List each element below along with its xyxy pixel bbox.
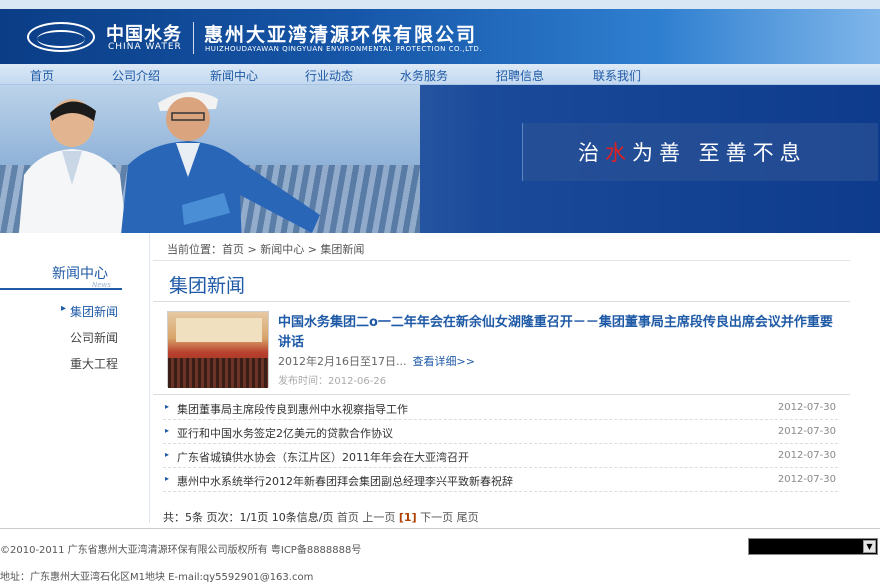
news-date: 2012-07-30 xyxy=(777,426,836,437)
thumbnail-audience xyxy=(168,358,268,388)
read-more-link[interactable]: 查看详细>> xyxy=(412,355,474,368)
links-dropdown[interactable]: ▼ xyxy=(748,538,878,555)
title-divider xyxy=(153,301,850,302)
worker-in-blue-uniform-image xyxy=(121,91,320,233)
next-page-link[interactable]: 下一页 xyxy=(420,511,453,524)
footer-divider xyxy=(0,528,880,529)
page-title: 集团新闻 xyxy=(169,275,246,297)
bullet-icon: ▸ xyxy=(165,426,170,435)
news-title-link[interactable]: 集团董事局主席段传良到惠州中水视察指导工作 xyxy=(177,401,408,417)
list-item: ▸ 集团董事局主席段传良到惠州中水视察指导工作 2012-07-30 xyxy=(163,396,838,420)
bullet-icon: ▸ xyxy=(165,450,170,459)
news-title-link[interactable]: 广东省城镇供水协会（东江片区）2011年年会在大亚湾召开 xyxy=(177,449,469,465)
site-header: 中国水务 CHINA WATER 惠州大亚湾清源环保有限公司 HUIZHOUDA… xyxy=(0,0,880,64)
chevron-down-icon[interactable]: ▼ xyxy=(863,540,876,553)
sidebar-item-major-projects[interactable]: 重大工程 xyxy=(70,355,118,372)
news-date: 2012-07-30 xyxy=(777,402,836,413)
news-title-link[interactable]: 惠州中水系统举行2012年新春团拜会集团副总经理李兴平致新春祝辞 xyxy=(177,473,513,489)
nav-company-intro[interactable]: 公司介绍 xyxy=(112,67,160,84)
prev-page-link[interactable]: 上一页 xyxy=(362,511,395,524)
nav-news-center[interactable]: 新闻中心 xyxy=(210,67,258,84)
slogan-text: 治水为善 至善不息 xyxy=(578,141,807,165)
nav-water-services[interactable]: 水务服务 xyxy=(400,67,448,84)
company-name-cn: 惠州大亚湾清源环保有限公司 xyxy=(204,24,478,46)
featured-news-thumbnail[interactable] xyxy=(167,311,269,388)
nav-contact-us[interactable]: 联系我们 xyxy=(593,67,641,84)
current-page: [1] xyxy=(398,511,417,524)
featured-news-title[interactable]: 中国水务集团二o一二年年会在新余仙女湖隆重召开－－集团董事局主席段传良出席会议并… xyxy=(278,313,838,353)
feature-divider xyxy=(153,394,850,395)
last-page-link[interactable]: 尾页 xyxy=(457,511,479,524)
bullet-icon: ▸ xyxy=(165,402,170,411)
news-date: 2012-07-30 xyxy=(777,450,836,461)
list-item: ▸ 亚行和中国水务签定2亿美元的贷款合作协议 2012-07-30 xyxy=(163,420,838,444)
copyright-text: ©2010-2011 广东省惠州大亚湾清源环保有限公司版权所有 粤ICP备888… xyxy=(0,545,362,556)
sidebar-title: 新闻中心 xyxy=(52,266,108,282)
main-nav: 首页 公司介绍 新闻中心 行业动态 水务服务 招聘信息 联系我们 xyxy=(0,64,880,85)
breadcrumb-divider xyxy=(153,260,850,261)
featured-news-date: 发布时间：2012-06-26 xyxy=(278,376,387,387)
logo-english-name: CHINA WATER xyxy=(108,42,182,52)
logo-divider xyxy=(193,22,194,54)
news-date: 2012-07-30 xyxy=(777,474,836,485)
sidebar-item-company-news[interactable]: 公司新闻 xyxy=(70,329,118,346)
sidebar-title-underline xyxy=(0,288,122,290)
nav-recruitment[interactable]: 招聘信息 xyxy=(496,67,544,84)
thumbnail-stage xyxy=(176,318,262,342)
list-item: ▸ 广东省城镇供水协会（东江片区）2011年年会在大亚湾召开 2012-07-3… xyxy=(163,444,838,468)
sidebar: 新闻中心 News 集团新闻 公司新闻 重大工程 xyxy=(0,233,150,523)
company-name-en: HUIZHOUDAYAWAN QINGYUAN ENVIRONMENTAL PR… xyxy=(205,45,482,53)
pagination: 共：5条 页次：1/1页 10条信息/页 首页 上一页 [1] 下一页 尾页 xyxy=(163,509,479,525)
slogan-panel: 治水为善 至善不息 xyxy=(522,123,878,181)
hero-banner: 治水为善 至善不息 xyxy=(0,85,880,233)
featured-news: 中国水务集团二o一二年年会在新余仙女湖隆重召开－－集团董事局主席段传良出席会议并… xyxy=(167,311,847,391)
first-page-link[interactable]: 首页 xyxy=(337,511,359,524)
list-item: ▸ 惠州中水系统举行2012年新春团拜会集团副总经理李兴平致新春祝辞 2012-… xyxy=(163,468,838,492)
header-top-strip xyxy=(0,0,880,9)
nav-industry-news[interactable]: 行业动态 xyxy=(305,67,353,84)
china-water-logo-icon[interactable] xyxy=(27,22,95,52)
pagination-summary: 共：5条 页次：1/1页 10条信息/页 xyxy=(163,511,334,524)
featured-news-summary: 2012年2月16日至17日... 查看详细>> xyxy=(278,355,475,368)
nav-home[interactable]: 首页 xyxy=(30,67,54,84)
main-content: 当前位置：首页 > 新闻中心 > 集团新闻 集团新闻 中国水务集团二o一二年年会… xyxy=(153,233,850,528)
sidebar-item-group-news[interactable]: 集团新闻 xyxy=(61,303,118,320)
address-text: 地址：广东惠州大亚湾石化区M1地块 E-mail:qy5592901@163.c… xyxy=(0,572,314,583)
bullet-icon: ▸ xyxy=(165,474,170,483)
news-title-link[interactable]: 亚行和中国水务签定2亿美元的贷款合作协议 xyxy=(177,425,393,441)
breadcrumb[interactable]: 当前位置：首页 > 新闻中心 > 集团新闻 xyxy=(167,241,364,257)
